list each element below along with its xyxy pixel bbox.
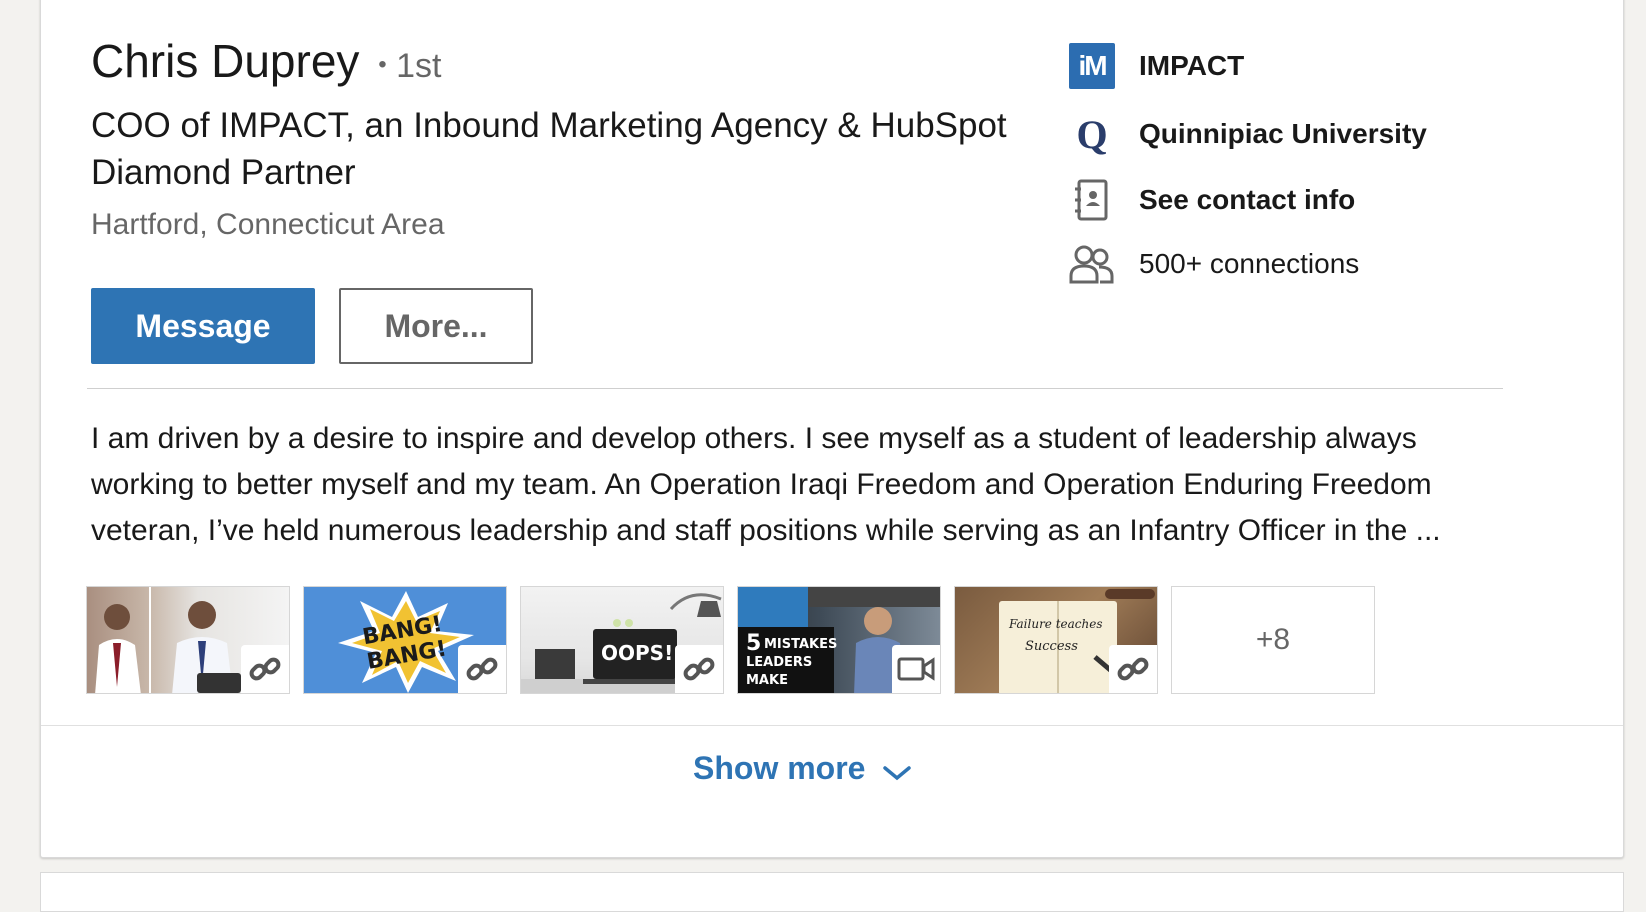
quinnipiac-logo-icon: Q — [1076, 111, 1108, 157]
mistakes-text: MISTAKES — [764, 637, 838, 652]
connections[interactable]: 500+ connections — [1069, 236, 1569, 292]
oops-text: OOPS! — [601, 641, 674, 665]
see-contact-info-link[interactable]: See contact info — [1139, 184, 1355, 216]
contact-card-icon — [1069, 177, 1115, 223]
mistakes-number: 5 — [746, 631, 762, 656]
impact-logo-icon: iM — [1069, 43, 1115, 89]
link-icon — [458, 645, 506, 693]
next-card-edge — [40, 872, 1624, 912]
more-button[interactable]: More... — [339, 288, 533, 364]
leaders-text: LEADERS — [746, 655, 813, 670]
media-thumbnail[interactable]: BANG! BANG! — [303, 586, 507, 694]
media-thumbnail[interactable]: OOPS! — [520, 586, 724, 694]
school-name[interactable]: Quinnipiac University — [1139, 118, 1427, 150]
degree-label: 1st — [396, 47, 442, 85]
make-text: MAKE — [746, 673, 788, 688]
profile-name: Chris Duprey • 1st — [91, 34, 441, 88]
section-divider — [87, 388, 1503, 389]
school-logo: Q — [1069, 111, 1115, 157]
profile-location: Hartford, Connecticut Area — [91, 208, 445, 241]
media-thumbnail[interactable] — [86, 586, 290, 694]
connection-degree: • 1st — [378, 47, 441, 85]
profile-name-text: Chris Duprey — [91, 35, 360, 87]
media-thumbnail[interactable]: 5 MISTAKES LEADERS MAKE — [737, 586, 941, 694]
more-media-count: +8 — [1255, 623, 1291, 656]
more-media-button[interactable]: +8 — [1171, 586, 1375, 694]
people-icon — [1069, 241, 1115, 287]
link-icon — [675, 645, 723, 693]
connections-count[interactable]: 500+ connections — [1139, 248, 1359, 280]
link-icon — [241, 645, 289, 693]
featured-media: BANG! BANG! OOPS! 5 MISTAKES LEADERS MAK… — [86, 586, 1388, 694]
company-name[interactable]: IMPACT — [1139, 50, 1244, 82]
company-logo: iM — [1069, 43, 1115, 89]
chevron-down-icon — [883, 765, 912, 780]
message-button[interactable]: Message — [91, 288, 315, 364]
video-icon — [892, 645, 940, 693]
contact-info[interactable]: See contact info — [1069, 172, 1569, 228]
profile-summary: I am driven by a desire to inspire and d… — [91, 422, 1441, 547]
failure-text: Failure teaches — [1009, 617, 1103, 631]
card-footer-divider — [41, 725, 1623, 726]
profile-card: Chris Duprey • 1st COO of IMPACT, an Inb… — [40, 0, 1624, 858]
media-thumbnail[interactable]: Failure teaches Success — [954, 586, 1158, 694]
degree-dot: • — [378, 51, 387, 79]
current-company[interactable]: iM IMPACT — [1069, 38, 1569, 94]
show-more-label: Show more — [693, 750, 866, 786]
education[interactable]: Q Quinnipiac University — [1069, 106, 1569, 162]
link-icon — [1109, 645, 1157, 693]
profile-headline: COO of IMPACT, an Inbound Marketing Agen… — [91, 106, 1007, 192]
show-more-button[interactable]: Show more — [693, 750, 913, 787]
success-text: Success — [1025, 639, 1078, 654]
